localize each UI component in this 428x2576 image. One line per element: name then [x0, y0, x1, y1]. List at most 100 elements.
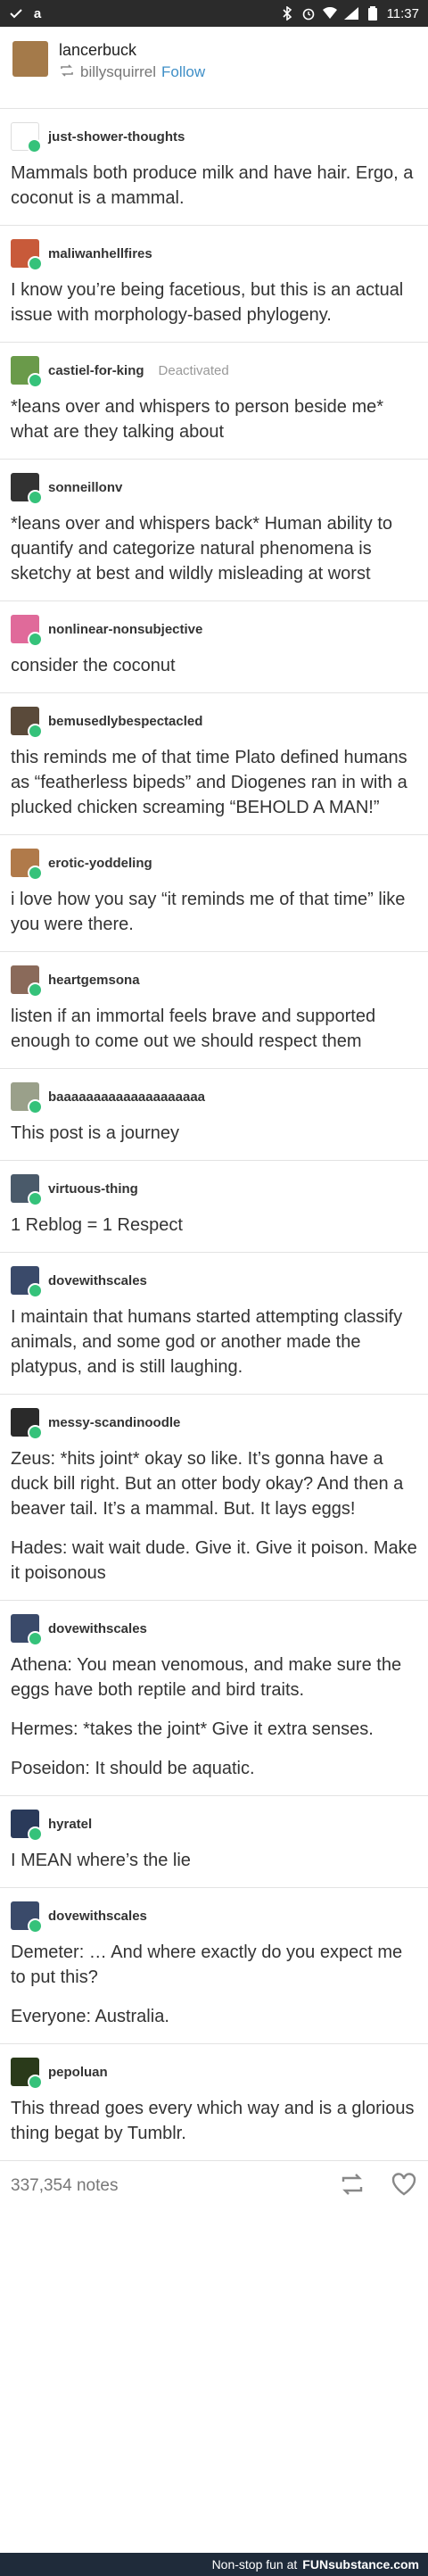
post-body: Athena: You mean venomous, and make sure…	[11, 1652, 417, 1781]
deactivated-label: Deactivated	[158, 362, 229, 378]
notes-count[interactable]: 337,354 notes	[11, 2176, 118, 2196]
reblog-thread: just-shower-thoughts Mammals both produce…	[0, 109, 428, 2161]
avatar[interactable]	[11, 239, 43, 271]
thread-post: nonlinear-nonsubjective consider the coco…	[0, 601, 428, 693]
reblog-button[interactable]	[339, 2173, 366, 2200]
signal-icon	[343, 6, 358, 21]
avatar[interactable]	[11, 1266, 43, 1298]
post-paragraph: This post is a journey	[11, 1123, 179, 1143]
avatar[interactable]	[11, 707, 43, 739]
post-paragraph: *leans over and whispers to person besid…	[11, 397, 384, 442]
avatar[interactable]	[11, 2058, 43, 2090]
post-username[interactable]: castiel-for-king	[48, 363, 144, 378]
post-meta: dovewithscales	[11, 1265, 417, 1298]
thread-post: dovewithscales Athena: You mean venomous,…	[0, 1601, 428, 1796]
post-paragraph: *leans over and whispers back* Human abi…	[11, 514, 392, 584]
post-meta: maliwanhellfires	[11, 238, 417, 271]
post-username[interactable]: dovewithscales	[48, 1621, 147, 1636]
post-username[interactable]: bemusedlybespectacled	[48, 714, 202, 729]
battery-icon	[366, 6, 380, 21]
avatar[interactable]	[11, 1408, 43, 1440]
avatar[interactable]	[11, 356, 43, 388]
post-body: *leans over and whispers to person besid…	[11, 394, 417, 444]
post-username[interactable]: hyratel	[48, 1817, 92, 1832]
post-meta: dovewithscales	[11, 1613, 417, 1646]
post-body: listen if an immortal feels brave and su…	[11, 1004, 417, 1054]
post-meta: bemusedlybespectacled	[11, 706, 417, 739]
post-username[interactable]: baaaaaaaaaaaaaaaaaaaa	[48, 1089, 205, 1105]
alarm-icon	[301, 6, 316, 21]
post-username[interactable]: dovewithscales	[48, 1909, 147, 1924]
thread-post: bemusedlybespectacled this reminds me of …	[0, 693, 428, 835]
avatar[interactable]	[11, 1614, 43, 1646]
post-username[interactable]: maliwanhellfires	[48, 246, 152, 261]
post-body: I know you’re being facetious, but this …	[11, 277, 417, 327]
post-paragraph: Demeter: … And where exactly do you expe…	[11, 1942, 403, 1987]
blog-name[interactable]: lancerbuck	[59, 41, 205, 60]
post-paragraph: This thread goes every which way and is …	[11, 2099, 415, 2143]
post-meta: sonneillonv	[11, 472, 417, 505]
clock-time: 11:37	[386, 5, 419, 21]
post-username[interactable]: virtuous-thing	[48, 1181, 138, 1197]
post-paragraph: this reminds me of that time Plato defin…	[11, 748, 407, 817]
post-paragraph: Hades: wait wait dude. Give it. Give it …	[11, 1538, 417, 1583]
post-username[interactable]: erotic-yoddeling	[48, 856, 152, 871]
avatar[interactable]	[12, 41, 48, 77]
post-paragraph: Athena: You mean venomous, and make sure…	[11, 1655, 402, 1700]
post-meta: dovewithscales	[11, 1901, 417, 1934]
post-meta: virtuous-thing	[11, 1173, 417, 1206]
post-paragraph: i love how you say “it reminds me of tha…	[11, 890, 406, 934]
avatar[interactable]	[11, 1082, 43, 1114]
thread-post: just-shower-thoughts Mammals both produce…	[0, 109, 428, 226]
reblog-badge-icon	[27, 138, 42, 153]
post-body: Mammals both produce milk and have hair.…	[11, 161, 417, 211]
post-username[interactable]: sonneillonv	[48, 480, 122, 495]
post-body: consider the coconut	[11, 653, 417, 678]
status-bar: a 11:37	[0, 0, 428, 27]
post-header: lancerbuck billysquirrel Follow	[0, 27, 428, 109]
post-username[interactable]: heartgemsona	[48, 973, 140, 988]
post-body: This post is a journey	[11, 1121, 417, 1146]
thread-post: sonneillonv *leans over and whispers back…	[0, 460, 428, 601]
bluetooth-icon	[280, 6, 294, 21]
site-watermark: Non-stop fun at FUNsubstance.com	[0, 2553, 428, 2576]
reblog-badge-icon	[28, 724, 43, 739]
wifi-icon	[322, 6, 337, 21]
avatar[interactable]	[11, 1174, 43, 1206]
post-username[interactable]: pepoluan	[48, 2065, 108, 2080]
post-meta: just-shower-thoughts	[11, 121, 417, 153]
post-paragraph: consider the coconut	[11, 656, 176, 675]
avatar[interactable]	[11, 1901, 43, 1934]
reblogged-from[interactable]: billysquirrel	[80, 63, 156, 81]
avatar[interactable]	[11, 122, 42, 153]
avatar[interactable]	[11, 965, 43, 998]
thread-post: maliwanhellfires I know you’re being face…	[0, 226, 428, 343]
avatar[interactable]	[11, 849, 43, 881]
post-username[interactable]: messy-scandinoodle	[48, 1415, 180, 1430]
post-paragraph: 1 Reblog = 1 Respect	[11, 1215, 183, 1235]
follow-button[interactable]: Follow	[161, 63, 205, 81]
avatar[interactable]	[11, 473, 43, 505]
avatar[interactable]	[11, 615, 43, 647]
post-meta: nonlinear-nonsubjective	[11, 614, 417, 647]
post-body: 1 Reblog = 1 Respect	[11, 1213, 417, 1238]
post-username[interactable]: dovewithscales	[48, 1273, 147, 1288]
post-body: Zeus: *hits joint* okay so like. It’s go…	[11, 1446, 417, 1586]
post-paragraph: Poseidon: It should be aquatic.	[11, 1759, 255, 1778]
post-username[interactable]: nonlinear-nonsubjective	[48, 622, 202, 637]
post-paragraph: Hermes: *takes the joint* Give it extra …	[11, 1719, 374, 1739]
post-meta: hyratel	[11, 1809, 417, 1842]
post-username[interactable]: just-shower-thoughts	[48, 129, 185, 145]
post-paragraph: I maintain that humans started attemptin…	[11, 1307, 403, 1377]
post-paragraph: Everyone: Australia.	[11, 2007, 169, 2026]
thread-post: castiel-for-king Deactivated *leans over a…	[0, 343, 428, 460]
check-icon	[9, 6, 23, 21]
like-button[interactable]	[391, 2172, 417, 2200]
post-meta: pepoluan	[11, 2057, 417, 2090]
post-paragraph: I know you’re being facetious, but this …	[11, 280, 404, 325]
amazon-icon: a	[33, 5, 42, 21]
avatar[interactable]	[11, 1810, 43, 1842]
post-meta: messy-scandinoodle	[11, 1407, 417, 1440]
reblog-badge-icon	[28, 1631, 43, 1646]
watermark-text: Non-stop fun at	[211, 2557, 298, 2572]
